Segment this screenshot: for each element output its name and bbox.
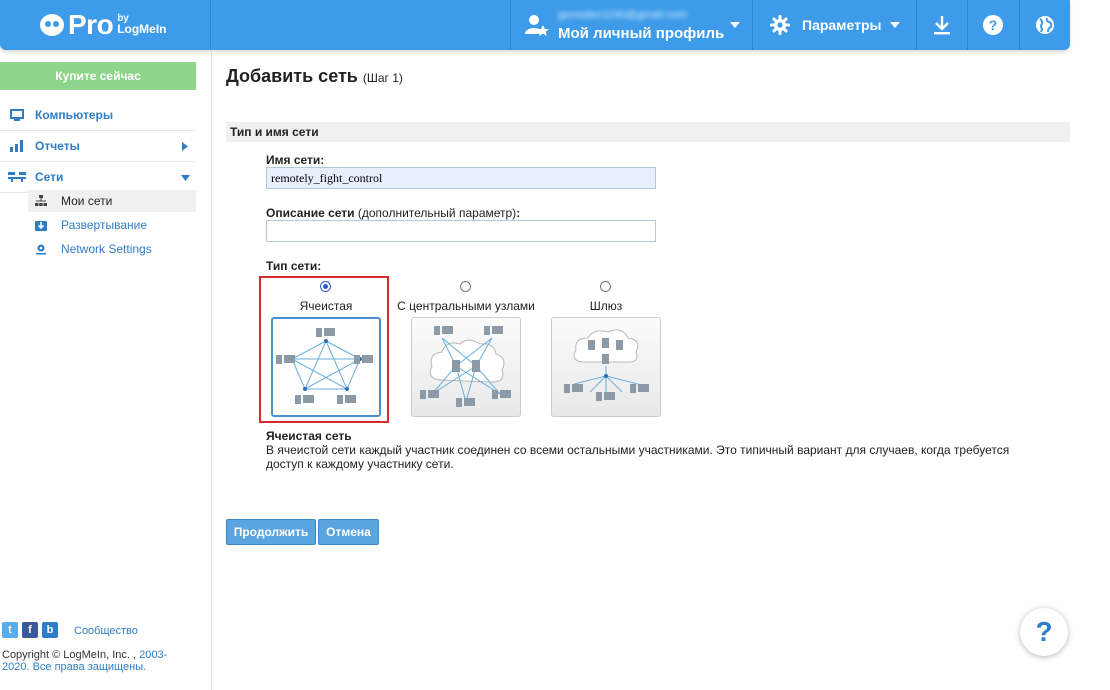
network-name-label: Имя сети: [266,153,325,167]
cancel-button[interactable]: Отмена [318,519,379,545]
radio-hub-and-spoke[interactable] [460,281,471,292]
network-tree-icon [34,195,48,207]
sidebar-item-label: Компьютеры [35,108,114,122]
globe-icon [1036,16,1054,34]
radio-gateway[interactable] [600,281,611,292]
download-button[interactable] [917,0,967,50]
settings-menu[interactable]: Параметры [753,0,915,50]
tile-gateway[interactable] [551,317,661,417]
help-button[interactable]: ? [968,0,1018,50]
selected-type-title: Ячеистая сеть [266,429,352,443]
type-label-hub: С центральными узлами [397,299,535,313]
network-type-label: Тип сети: [266,259,322,273]
chevron-right-icon [182,142,188,151]
sidebar-item-computers[interactable]: Компьютеры [0,100,196,131]
top-bar: Pro by LogMeIn gonsalez1190@gmail.com Мой… [0,0,1070,50]
copyright: Copyright © LogMeIn, Inc. , 2003-2020. В… [2,649,168,673]
gear-icon [770,15,790,35]
step-indicator: (Шаг 1) [362,71,403,85]
sidebar-item-my-networks[interactable]: Мои сети [28,190,196,212]
selected-type-description: В ячеистой сети каждый участник соединен… [266,443,1010,471]
page-title: Добавить сеть (Шаг 1) [226,66,403,86]
rights-link[interactable]: Все права защищены. [33,661,147,673]
network-name-input[interactable] [266,167,656,189]
network-description-input[interactable] [266,220,656,242]
network-icon [8,172,26,182]
hub-network-diagram-icon [420,326,511,407]
header-divider [210,0,211,50]
facebook-icon[interactable]: f [22,622,38,638]
twitter-icon[interactable]: t [2,622,18,638]
logmein-logo-icon [40,14,64,36]
sidebar-item-label: Отчеты [35,139,80,153]
sidebar-item-label: Сети [35,170,64,184]
svg-text:?: ? [989,17,998,33]
sidebar: Купите сейчас Компьютеры Отчеты Сети Мои… [0,50,212,690]
sidebar-item-label: Развертывание [61,218,148,232]
network-description-label: Описание сети (дополнительный параметр): [266,206,521,220]
type-label-gateway: Шлюз [589,299,623,313]
sidebar-item-label: Network Settings [61,242,152,256]
profile-label: Мой личный профиль [558,25,725,42]
network-gear-icon [34,243,48,255]
monitor-icon [10,109,24,121]
bar-chart-icon [10,140,24,152]
profile-email: gonsalez1190@gmail.com [558,9,687,21]
selection-highlight [259,276,389,423]
section-header: Тип и имя сети [226,122,1070,142]
sidebar-item-deployment[interactable]: Развертывание [28,214,196,236]
settings-label: Параметры [802,17,882,33]
user-star-icon [525,15,549,36]
help-icon: ? [983,15,1003,35]
sidebar-item-reports[interactable]: Отчеты [0,131,196,162]
deploy-icon [34,219,48,231]
social-links: t f b [2,622,62,638]
gateway-network-diagram-icon [564,329,649,401]
logo-by-text: by LogMeIn [117,13,167,36]
chevron-down-icon [890,22,900,28]
community-link[interactable]: Сообщество [74,625,138,637]
sidebar-item-networks[interactable]: Сети [0,162,196,193]
help-fab-button[interactable]: ? [1020,608,1068,656]
buy-now-button[interactable]: Купите сейчас [0,62,196,90]
chevron-down-icon [730,22,740,28]
sidebar-item-network-settings[interactable]: Network Settings [28,238,196,260]
continue-button[interactable]: Продолжить [226,519,316,545]
chevron-down-icon [181,175,190,181]
download-icon [934,16,950,35]
blog-icon[interactable]: b [42,622,58,638]
logo[interactable]: Pro by LogMeIn [40,8,167,42]
logo-pro-text: Pro [68,9,114,40]
language-button[interactable] [1020,0,1070,50]
sidebar-item-label: Мои сети [61,194,113,208]
tile-hub-and-spoke[interactable] [411,317,521,417]
